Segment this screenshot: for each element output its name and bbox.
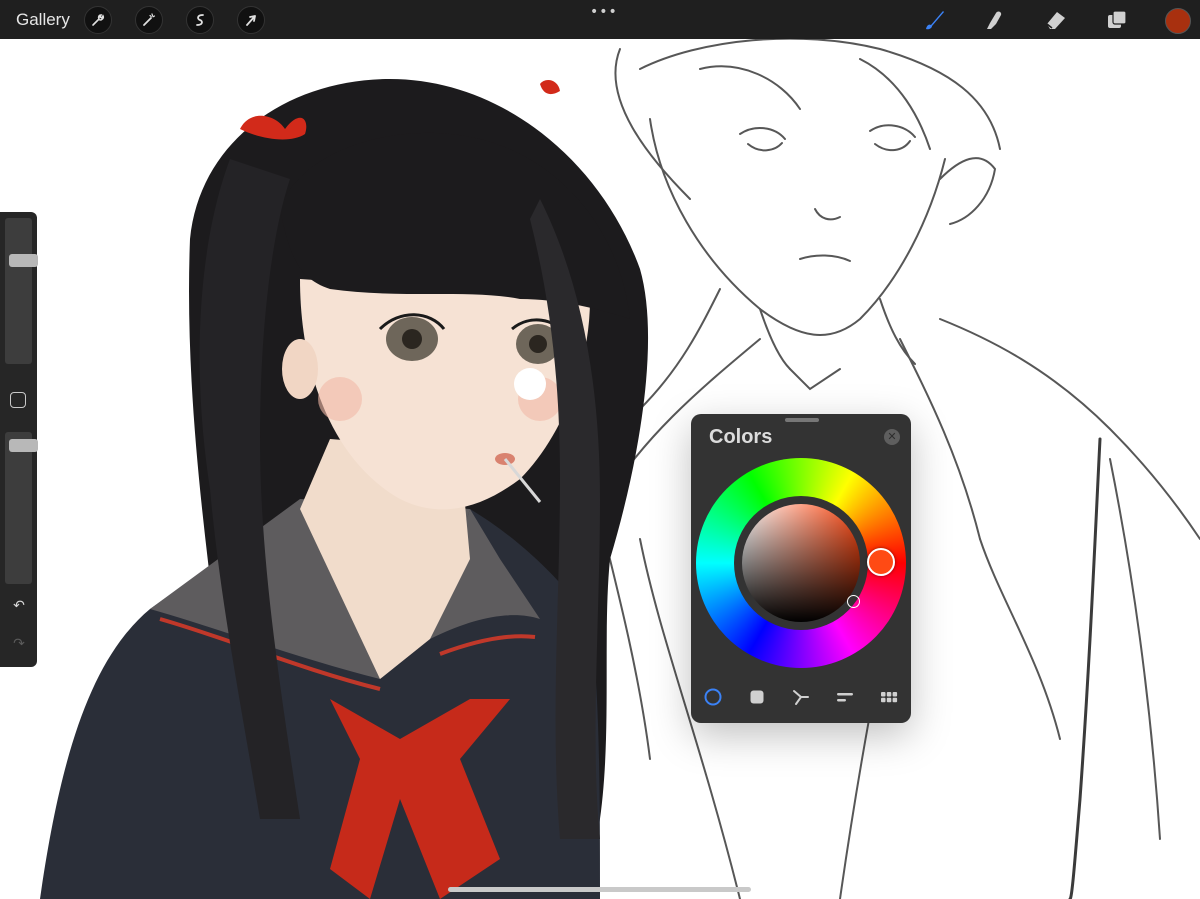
saturation-knob[interactable] [847, 595, 860, 608]
redo-button[interactable]: ↷ [9, 636, 29, 652]
undo-button[interactable]: ↶ [9, 598, 29, 614]
colors-panel: Colors ✕ [691, 414, 911, 723]
palettes-grid-icon [881, 692, 898, 703]
panel-grabber[interactable] [785, 418, 819, 422]
saturation-brightness-disc[interactable] [742, 504, 860, 622]
color-wheel-hole [734, 496, 868, 630]
close-button[interactable]: ✕ [884, 429, 900, 445]
eraser-button[interactable] [1042, 6, 1070, 34]
magic-wand-icon [143, 13, 156, 26]
current-color-swatch[interactable] [1165, 8, 1191, 34]
close-icon: ✕ [887, 430, 897, 443]
brush-icon [926, 11, 944, 30]
actions-button[interactable] [84, 6, 112, 34]
value-sliders-icon [837, 693, 853, 702]
artwork [40, 39, 1200, 899]
home-indicator[interactable] [448, 887, 751, 892]
eraser-icon [1046, 12, 1065, 29]
harmony-icon [793, 690, 809, 705]
wrench-icon [92, 14, 105, 26]
tab-classic[interactable] [746, 686, 768, 708]
smudge-finger-icon [987, 11, 1002, 29]
more-options-button[interactable]: ••• [590, 4, 618, 20]
tab-harmony[interactable] [790, 686, 812, 708]
undo-arrow-icon: ↶ [13, 598, 25, 614]
smudge-button[interactable] [980, 6, 1008, 34]
brush-size-slider[interactable] [5, 218, 38, 364]
brush-size-thumb[interactable] [9, 254, 38, 267]
hue-knob[interactable] [867, 548, 895, 576]
layers-button[interactable] [1103, 6, 1131, 34]
tab-disc[interactable] [702, 686, 724, 708]
redo-arrow-icon: ↷ [13, 636, 25, 652]
layers-icon [1108, 10, 1127, 28]
classic-square-icon [750, 690, 764, 704]
top-toolbar: Gallery ••• [0, 0, 1200, 39]
drawing-canvas[interactable] [0, 39, 1200, 899]
transform-button[interactable] [237, 6, 265, 34]
brush-button[interactable] [920, 6, 948, 34]
selection-button[interactable] [186, 6, 214, 34]
brush-opacity-thumb[interactable] [9, 439, 38, 452]
arrow-cursor-icon [246, 15, 256, 26]
left-sidebar: ↶ ↷ [0, 212, 38, 667]
modify-button[interactable] [10, 392, 26, 408]
selection-s-icon [196, 14, 204, 26]
gallery-button[interactable]: Gallery [16, 10, 70, 30]
disc-icon [704, 688, 722, 706]
panel-title: Colors [709, 426, 773, 448]
tab-palettes[interactable] [878, 686, 900, 708]
tab-value[interactable] [834, 686, 856, 708]
brush-opacity-slider[interactable] [5, 432, 38, 584]
adjustments-button[interactable] [135, 6, 163, 34]
hue-ring[interactable] [696, 458, 906, 668]
